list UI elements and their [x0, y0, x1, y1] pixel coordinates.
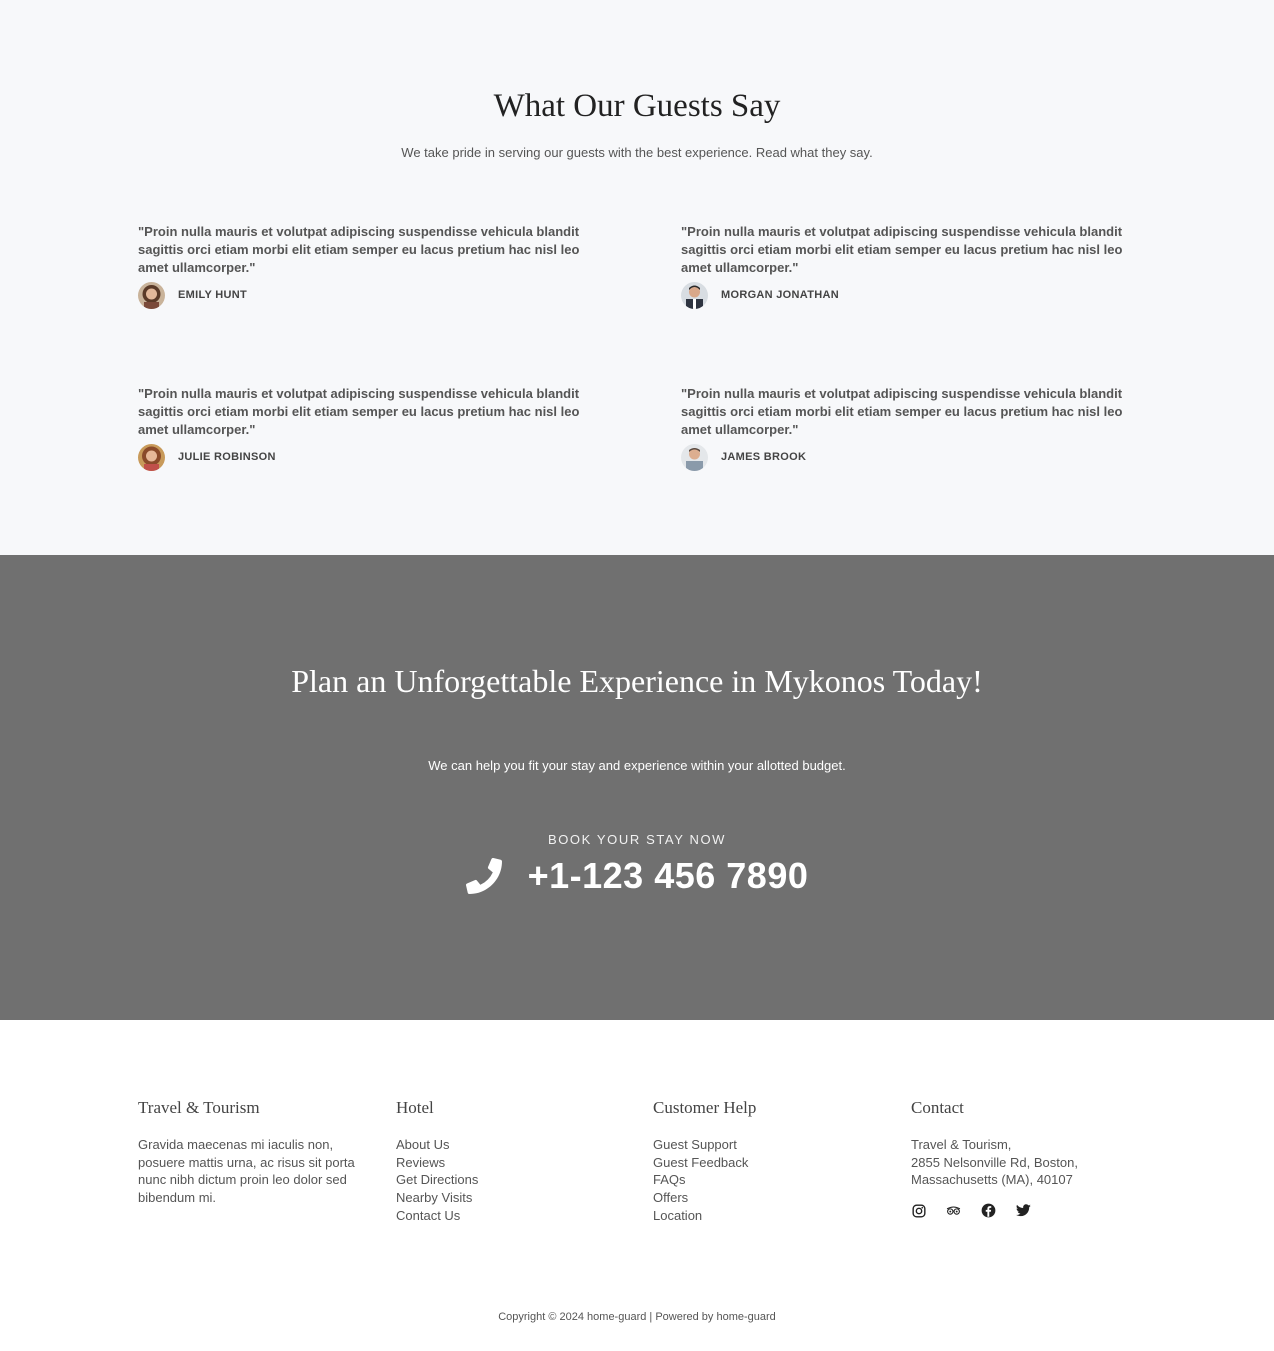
- footer-hotel-title: Hotel: [396, 1098, 434, 1117]
- author-name: JAMES BROOK: [721, 451, 807, 463]
- footer-link-faqs[interactable]: FAQs: [653, 1171, 893, 1189]
- avatar: [681, 281, 708, 309]
- testimonial-card: "Proin nulla mauris et volutpat adipisci…: [138, 385, 608, 471]
- book-stay-label: BOOK YOUR STAY NOW: [547, 832, 727, 847]
- phone-number: +1-123 456 7890: [527, 855, 809, 896]
- footer-help: Customer Help Guest Support Guest Feedba…: [653, 1098, 893, 1225]
- testimonial-author: JULIE ROBINSON: [138, 443, 276, 471]
- copyright-text: Copyright © 2024 home-guard | Powered by…: [498, 1311, 776, 1323]
- phone-link[interactable]: +1-123 456 7890: [0, 855, 1274, 897]
- phone-icon: [465, 858, 502, 894]
- testimonial-author: EMILY HUNT: [138, 281, 248, 309]
- avatar: [138, 443, 165, 471]
- cta-subheading: We can help you fit your stay and experi…: [428, 758, 846, 773]
- footer-link-get-directions[interactable]: Get Directions: [396, 1171, 636, 1189]
- testimonial-quote: "Proin nulla mauris et volutpat adipisci…: [681, 224, 1123, 275]
- instagram-icon[interactable]: [911, 1203, 926, 1218]
- footer-about-text: Gravida maecenas mi iaculis non, posuere…: [138, 1137, 355, 1206]
- author-name: MORGAN JONATHAN: [721, 289, 839, 301]
- footer-link-contact-us[interactable]: Contact Us: [396, 1207, 636, 1225]
- footer-about-title: Travel & Tourism: [138, 1098, 260, 1117]
- footer-about: Travel & Tourism Gravida maecenas mi iac…: [138, 1098, 378, 1207]
- contact-address-line: 2855 Nelsonville Rd, Boston,: [911, 1154, 1078, 1170]
- footer-hotel: Hotel About Us Reviews Get Directions Ne…: [396, 1098, 636, 1225]
- cta-heading: Plan an Unforgettable Experience in Myko…: [291, 663, 983, 699]
- testimonial-author: MORGAN JONATHAN: [681, 281, 839, 309]
- testimonial-quote: "Proin nulla mauris et volutpat adipisci…: [138, 386, 580, 437]
- footer-contact: Contact Travel & Tourism, 2855 Nelsonvil…: [911, 1098, 1151, 1218]
- avatar: [138, 281, 165, 309]
- author-name: EMILY HUNT: [178, 289, 248, 301]
- testimonial-card: "Proin nulla mauris et volutpat adipisci…: [138, 223, 608, 309]
- footer-link-nearby-visits[interactable]: Nearby Visits: [396, 1189, 636, 1207]
- footer-help-title: Customer Help: [653, 1098, 757, 1117]
- testimonial-card: "Proin nulla mauris et volutpat adipisci…: [681, 223, 1151, 309]
- footer-contact-title: Contact: [911, 1098, 964, 1117]
- testimonials-heading: What Our Guests Say: [493, 88, 781, 124]
- footer-link-offers[interactable]: Offers: [653, 1189, 893, 1207]
- footer-link-about-us[interactable]: About Us: [396, 1136, 636, 1154]
- testimonials-section: What Our Guests Say We take pride in ser…: [0, 0, 1274, 555]
- cta-section: Plan an Unforgettable Experience in Myko…: [0, 555, 1274, 1020]
- contact-address-line: Travel & Tourism,: [911, 1137, 1012, 1152]
- facebook-icon[interactable]: [981, 1203, 996, 1218]
- testimonial-card: "Proin nulla mauris et volutpat adipisci…: [681, 385, 1151, 471]
- twitter-icon[interactable]: [1016, 1203, 1031, 1218]
- author-name: JULIE ROBINSON: [178, 451, 276, 463]
- contact-address-line: Massachusetts (MA), 40107: [911, 1172, 1073, 1188]
- social-links: [911, 1203, 1151, 1218]
- footer-link-guest-support[interactable]: Guest Support: [653, 1136, 893, 1154]
- tripadvisor-icon[interactable]: [946, 1203, 961, 1218]
- footer: Travel & Tourism Gravida maecenas mi iac…: [0, 1020, 1274, 1351]
- footer-link-guest-feedback[interactable]: Guest Feedback: [653, 1154, 893, 1172]
- testimonials-subheading: We take pride in serving our guests with…: [401, 145, 873, 160]
- footer-link-reviews[interactable]: Reviews: [396, 1154, 636, 1172]
- testimonial-author: JAMES BROOK: [681, 443, 807, 471]
- footer-link-location[interactable]: Location: [653, 1207, 893, 1225]
- testimonial-quote: "Proin nulla mauris et volutpat adipisci…: [138, 224, 580, 275]
- avatar: [681, 443, 708, 471]
- testimonial-quote: "Proin nulla mauris et volutpat adipisci…: [681, 386, 1123, 437]
